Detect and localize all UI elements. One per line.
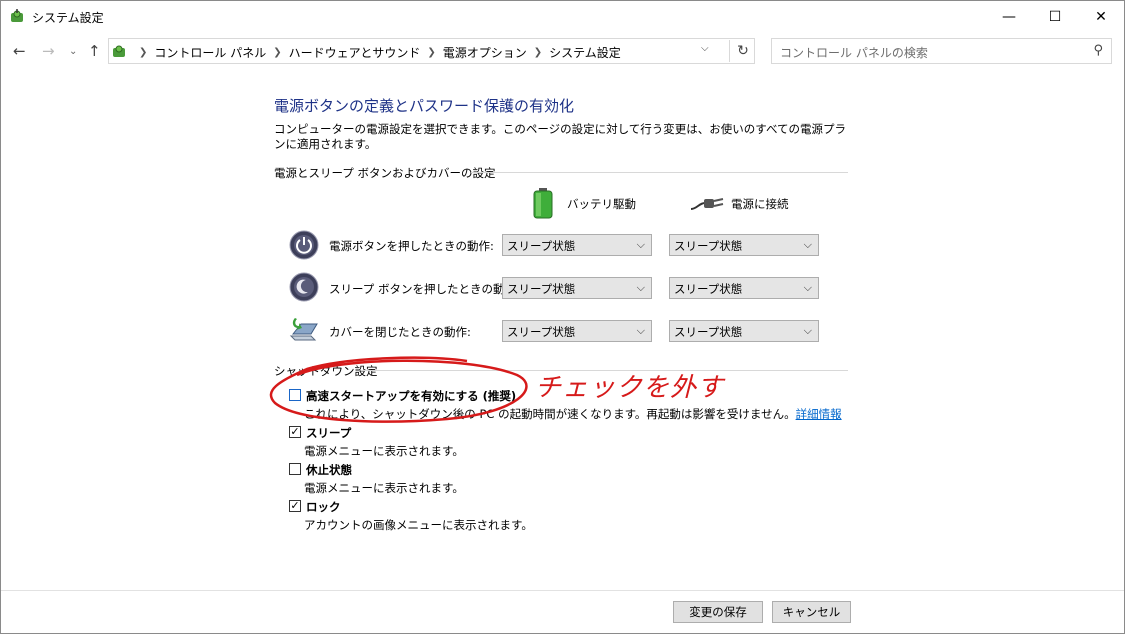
page-title: 電源ボタンの定義とパスワード保護の有効化	[274, 97, 575, 115]
system-settings-window: システム設定 — ☐ ✕ ← → ⌄ ↑ ❯ コントロール パネル ❯ ハードウ…	[0, 0, 1125, 634]
hibernate-checkbox[interactable]	[289, 463, 301, 475]
breadcrumb-item-system-settings[interactable]: システム設定	[549, 44, 621, 61]
footer-divider	[1, 590, 1124, 591]
power-button-battery-select[interactable]: スリープ状態 ⌵	[502, 234, 652, 256]
control-panel-icon	[113, 45, 125, 57]
title-bar: システム設定 — ☐ ✕	[1, 1, 1124, 32]
lid-close-plugged-select[interactable]: スリープ状態 ⌵	[669, 320, 819, 342]
save-changes-button[interactable]: 変更の保存	[673, 601, 763, 623]
chevron-down-icon: ⌵	[636, 238, 645, 251]
chevron-down-icon: ⌵	[636, 281, 645, 294]
more-info-link[interactable]: 詳細情報	[796, 407, 842, 421]
address-bar[interactable]: ❯ コントロール パネル ❯ ハードウェアとサウンド ❯ 電源オプション ❯ シ…	[108, 38, 755, 64]
chevron-down-icon: ⌵	[803, 324, 812, 337]
lid-close-action-label: カバーを閉じたときの動作:	[329, 325, 471, 339]
search-input[interactable]: コントロール パネルの検索 ⚲	[771, 38, 1112, 64]
up-arrow-icon[interactable]: ↑	[88, 42, 101, 60]
chevron-down-icon: ⌵	[636, 324, 645, 337]
sleep-button-action-label: スリープ ボタンを押したときの動作:	[329, 282, 520, 296]
sleep-button-icon	[289, 272, 319, 302]
sleep-button-battery-select[interactable]: スリープ状態 ⌵	[502, 277, 652, 299]
lock-checkbox[interactable]: ✓	[289, 500, 301, 512]
refresh-icon[interactable]: ↻	[729, 40, 756, 62]
sleep-label[interactable]: スリープ	[306, 425, 351, 441]
search-placeholder: コントロール パネルの検索	[780, 46, 928, 60]
window-title: システム設定	[32, 11, 104, 25]
plugged-column-header: 電源に接続	[731, 197, 789, 211]
control-panel-icon	[11, 9, 23, 22]
chevron-right-icon[interactable]: ❯	[534, 47, 542, 58]
breadcrumb: ❯ コントロール パネル ❯ ハードウェアとサウンド ❯ 電源オプション ❯ シ…	[132, 44, 621, 61]
hibernate-label[interactable]: 休止状態	[306, 462, 352, 478]
chevron-right-icon[interactable]: ❯	[427, 47, 435, 58]
search-icon[interactable]: ⚲	[1093, 43, 1103, 58]
group-divider	[471, 172, 848, 173]
lid-close-battery-select[interactable]: スリープ状態 ⌵	[502, 320, 652, 342]
annotation-circle	[269, 356, 528, 423]
chevron-right-icon: ❯	[139, 47, 148, 58]
close-button[interactable]: ✕	[1078, 1, 1124, 32]
chevron-right-icon[interactable]: ❯	[273, 47, 281, 58]
address-history-chevron-icon[interactable]: ⌵	[701, 43, 709, 54]
power-button-action-label: 電源ボタンを押したときの動作:	[329, 239, 494, 253]
power-button-plugged-select[interactable]: スリープ状態 ⌵	[669, 234, 819, 256]
cancel-button[interactable]: キャンセル	[772, 601, 851, 623]
battery-column-header: バッテリ駆動	[567, 197, 636, 211]
navigation-bar: ← → ⌄ ↑ ❯ コントロール パネル ❯ ハードウェアとサウンド ❯ 電源オ…	[1, 34, 1124, 68]
maximize-button[interactable]: ☐	[1032, 1, 1078, 32]
breadcrumb-item-power-options[interactable]: 電源オプション	[443, 44, 527, 61]
back-arrow-icon[interactable]: ←	[13, 42, 26, 60]
power-plug-icon	[690, 198, 724, 210]
breadcrumb-item-control-panel[interactable]: コントロール パネル	[154, 44, 266, 61]
hibernate-description: 電源メニューに表示されます。	[304, 481, 464, 495]
sleep-button-plugged-select[interactable]: スリープ状態 ⌵	[669, 277, 819, 299]
recent-locations-chevron-icon[interactable]: ⌄	[69, 46, 77, 57]
battery-icon	[533, 188, 553, 219]
lock-description: アカウントの画像メニューに表示されます。	[304, 518, 533, 532]
annotation-text: チェックを外す	[535, 373, 725, 403]
breadcrumb-item-hardware-sound[interactable]: ハードウェアとサウンド	[289, 44, 421, 61]
power-group-label: 電源とスリープ ボタンおよびカバーの設定	[274, 166, 496, 180]
power-button-icon	[289, 230, 319, 260]
sleep-checkbox[interactable]: ✓	[289, 426, 301, 438]
sleep-description: 電源メニューに表示されます。	[304, 444, 464, 458]
chevron-down-icon: ⌵	[803, 238, 812, 251]
forward-arrow-icon[interactable]: →	[42, 42, 55, 60]
minimize-button[interactable]: —	[986, 1, 1032, 32]
laptop-lid-icon	[289, 318, 318, 341]
lock-label[interactable]: ロック	[306, 499, 341, 515]
page-description: コンピューターの電源設定を選択できます。このページの設定に対して行う変更は、お使…	[274, 122, 847, 151]
chevron-down-icon: ⌵	[803, 281, 812, 294]
